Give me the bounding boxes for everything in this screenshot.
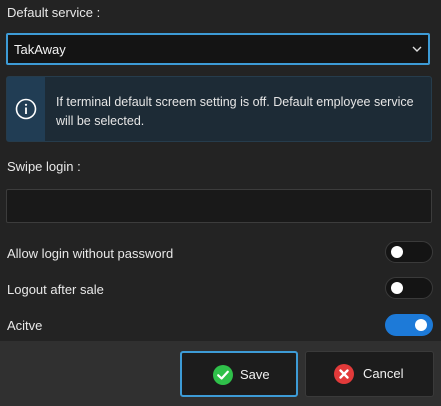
cancel-button[interactable]: Cancel [305,351,434,397]
swipe-login-label: Swipe login : [7,159,81,174]
info-circle-icon [15,98,37,120]
default-service-select[interactable]: TakAway [6,33,430,65]
toggle-knob [391,246,403,258]
active-label: Acitve [7,318,43,333]
toggle-knob [391,282,403,294]
info-icon-panel [7,77,45,141]
swipe-login-input[interactable] [6,189,432,223]
chevron-down-icon [412,46,422,52]
info-banner: If terminal default screem setting is of… [6,76,432,142]
allow-login-without-password-label: Allow login without password [7,246,174,261]
default-service-label: Default service : [7,5,101,20]
x-circle-icon [334,364,354,384]
toggle-knob [415,319,427,331]
logout-after-sale-label: Logout after sale [7,282,104,297]
logout-after-sale-toggle[interactable] [385,277,433,299]
allow-login-without-password-toggle[interactable] [385,241,433,263]
active-toggle[interactable] [385,314,433,336]
footer-bar: Save Cancel [0,341,441,406]
default-service-value: TakAway [14,42,66,57]
save-label: Save [240,367,270,382]
info-message: If terminal default screem setting is of… [56,95,414,128]
save-button[interactable]: Save [180,351,298,397]
check-circle-icon [213,365,233,385]
cancel-label: Cancel [363,366,404,381]
